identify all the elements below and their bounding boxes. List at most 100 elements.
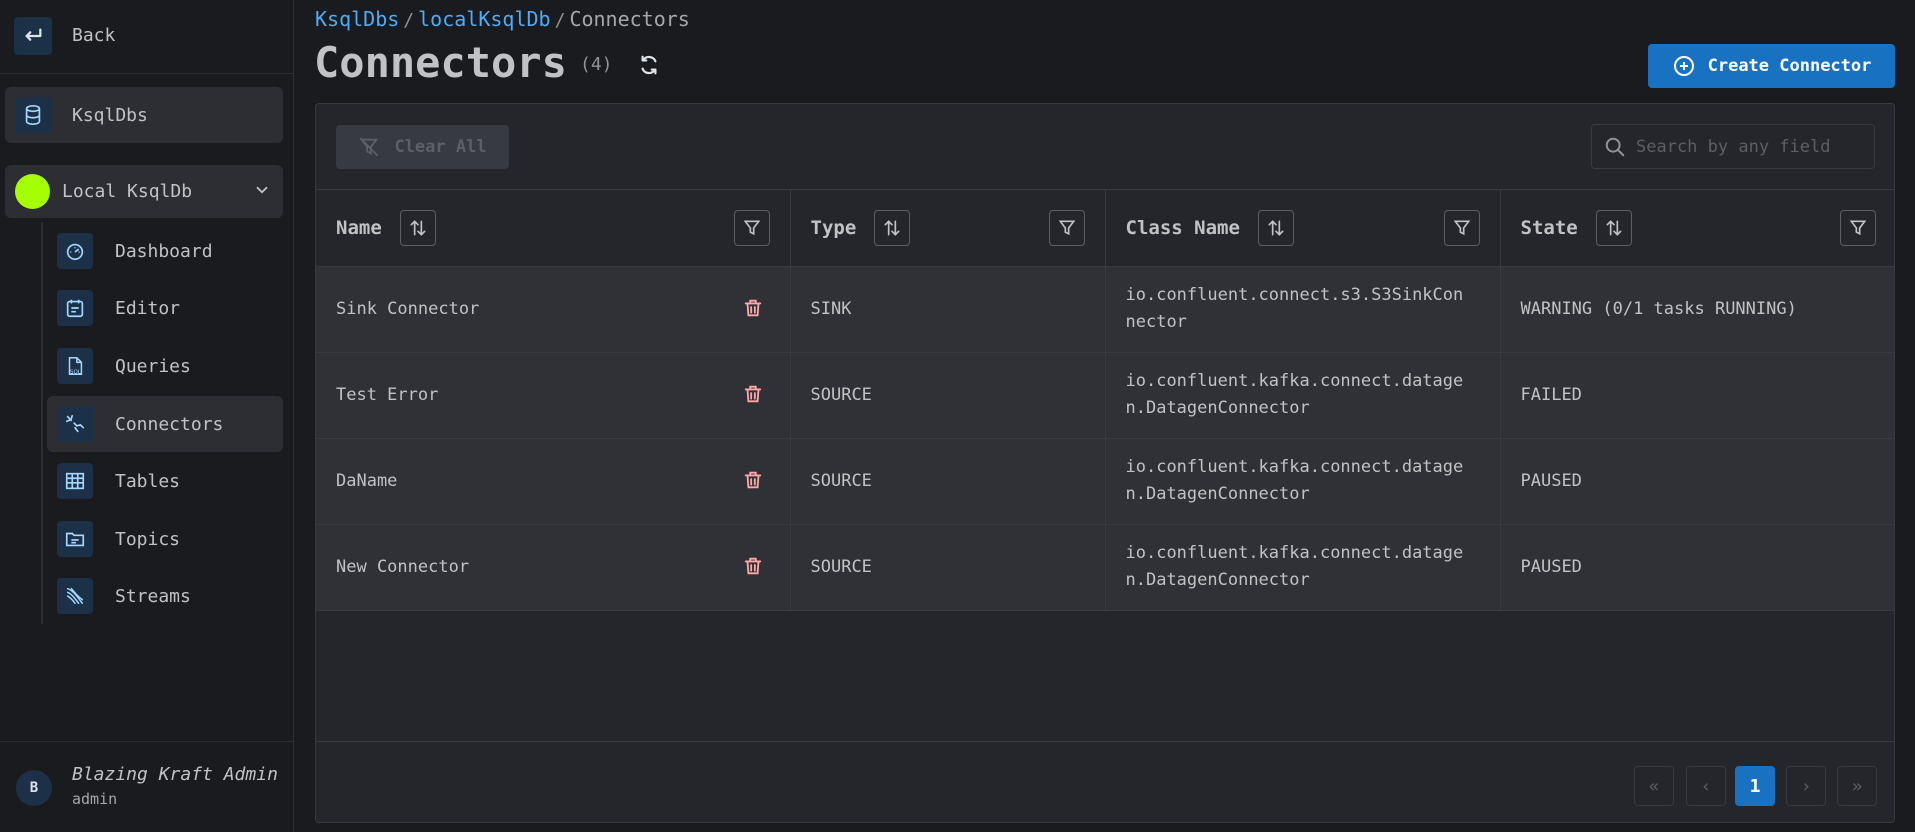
cell-class-name: io.confluent.kafka.connect.datage n.Data… [1105,524,1501,611]
sidebar-item-connectors[interactable]: Connectors [47,396,283,452]
search-icon [1604,136,1626,163]
plus-circle-icon [1673,56,1694,76]
sort-icon[interactable] [399,209,436,246]
cell-state: WARNING (0/1 tasks RUNNING) [1500,266,1894,353]
column-label: Type [810,216,857,239]
cell-class-name: io.confluent.connect.s3.S3SinkCon nector [1105,266,1501,353]
user-profile[interactable]: B Blazing Kraft Admin admin [0,741,294,832]
sidebar-item-label: Editor [115,298,181,319]
database-icon [15,97,51,133]
filter-icon[interactable] [733,209,770,246]
class-name-line: io.confluent.kafka.connect.datage n.Data… [1125,457,1464,504]
cell-name: DaName [316,438,791,525]
column-header-class-name: Class Name [1105,190,1501,267]
editor-icon [57,290,93,326]
breadcrumb-localksqldb[interactable]: localKsqlDb [418,7,550,31]
page-title: Connectors [314,38,567,87]
last-page-button[interactable]: » [1837,766,1877,806]
back-label[interactable]: Back [72,25,115,46]
sidebar-item-label: Streams [115,586,191,607]
sidebar-item-label: Queries [115,356,191,377]
connector-count: (4) [580,54,613,75]
first-page-button[interactable]: « [1634,766,1674,806]
page-button-current[interactable]: 1 [1735,766,1775,806]
column-label: State [1520,216,1578,239]
column-header-state: State [1500,190,1894,267]
sidebar-item-streams[interactable]: Streams [47,568,283,624]
filter-icon[interactable] [1840,209,1876,246]
cell-type: SOURCE [790,438,1106,525]
sidebar-item-editor[interactable]: Editor [47,280,283,336]
next-page-button[interactable]: › [1786,766,1826,806]
refresh-icon[interactable] [638,54,660,76]
cell-type: SOURCE [790,352,1106,439]
filter-icon[interactable] [1048,209,1085,246]
breadcrumb-ksqldbs[interactable]: KsqlDbs [315,7,399,31]
sidebar-item-label: Local KsqlDb [62,181,193,202]
trash-icon[interactable] [742,555,764,586]
svg-text:SQL: SQL [70,369,82,375]
table-row[interactable]: New Connector SOURCE io.confluent.kafka.… [316,524,1894,611]
pagination: « ‹ 1 › » [316,741,1894,822]
cell-name: New Connector [316,524,791,611]
breadcrumb-current: Connectors [569,7,690,31]
breadcrumb-separator: / [403,10,415,31]
table-toolbar: Clear All [316,104,1894,190]
cell-state: PAUSED [1500,438,1894,525]
connectors-table: Name Type Class Name State Sink Connecto… [316,190,1894,611]
column-label: Name [336,216,382,239]
search-input[interactable] [1636,131,1866,163]
connector-name: Test Error [336,384,439,405]
class-name-line: io.confluent.kafka.connect.datage n.Data… [1125,543,1464,590]
filter-icon[interactable] [1443,209,1480,246]
table-header-row: Name Type Class Name State [316,190,1894,267]
back-arrow-icon[interactable] [14,17,52,55]
sort-icon[interactable] [874,209,911,246]
avatar: B [16,770,52,806]
folder-icon [57,521,93,557]
cell-type: SINK [790,266,1106,353]
prev-page-button[interactable]: ‹ [1686,766,1726,806]
sidebar-item-label: Dashboard [115,241,213,262]
sidebar-item-local-ksqldb[interactable]: Local KsqlDb [5,165,283,218]
sidebar-item-tables[interactable]: Tables [47,453,283,509]
cell-type: SOURCE [790,524,1106,611]
sort-icon[interactable] [1595,209,1632,246]
status-dot [15,174,50,209]
sidebar-item-queries[interactable]: SQL Queries [47,338,283,394]
trash-icon[interactable] [742,469,764,500]
sidebar-item-ksqldbs[interactable]: KsqlDbs [5,87,283,143]
trash-icon[interactable] [742,383,764,414]
table-row[interactable]: DaName SOURCE io.confluent.kafka.connect… [316,438,1894,525]
cell-state: FAILED [1500,352,1894,439]
back-row[interactable]: Back [0,0,294,74]
sidebar-item-label: Connectors [115,414,224,435]
cell-class-name: io.confluent.kafka.connect.datage n.Data… [1105,438,1501,525]
tree-line [41,222,43,624]
column-label: Class Name [1125,216,1240,239]
sidebar-item-label: KsqlDbs [72,105,148,126]
table-row[interactable]: Test Error SOURCE io.confluent.kafka.con… [316,352,1894,439]
search-box[interactable] [1591,124,1875,169]
gauge-icon [57,233,93,269]
breadcrumb: KsqlDbs / localKsqlDb / Connectors [315,7,690,31]
sql-file-icon: SQL [57,348,93,384]
user-name: Blazing Kraft Admin [72,764,278,785]
user-role: admin [72,790,118,808]
create-connector-label: Create Connector [1707,56,1872,76]
cell-class-name: io.confluent.kafka.connect.datage n.Data… [1105,352,1501,439]
sidebar-item-dashboard[interactable]: Dashboard [47,223,283,279]
create-connector-button[interactable]: Create Connector [1648,44,1895,88]
column-header-type: Type [790,190,1106,267]
connectors-panel: Clear All Name Type Class Name [315,103,1895,823]
chevron-down-icon[interactable] [253,181,271,204]
trash-icon[interactable] [742,297,764,328]
filter-off-icon [360,137,379,157]
sort-icon[interactable] [1257,209,1294,246]
table-icon [57,463,93,499]
sidebar-item-topics[interactable]: Topics [47,511,283,567]
cell-state: PAUSED [1500,524,1894,611]
clear-all-button[interactable]: Clear All [336,125,509,169]
table-row[interactable]: Sink Connector SINK io.confluent.connect… [316,266,1894,353]
connector-name: New Connector [336,556,470,577]
